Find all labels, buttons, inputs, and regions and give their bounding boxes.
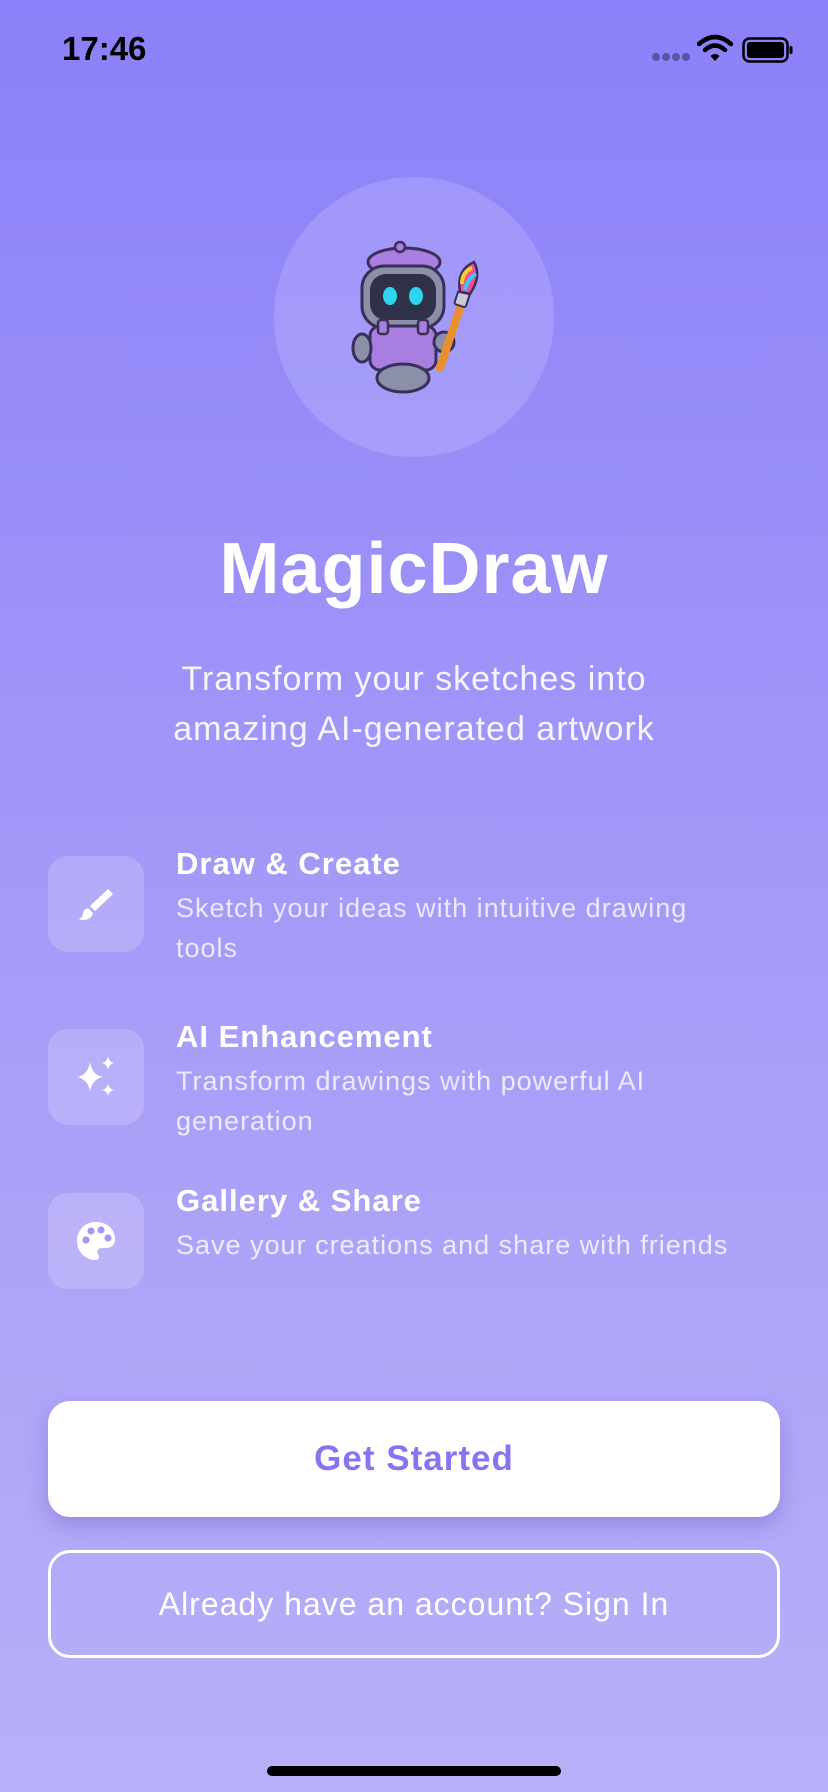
sparkles-icon (77, 1056, 114, 1096)
sign-in-button[interactable]: Already have an account? Sign In (48, 1550, 780, 1658)
feature-description: Sketch your ideas with intuitive drawing… (176, 888, 776, 968)
feature-description-line: Transform drawings with powerful AI (176, 1066, 646, 1096)
feature-description-line: Sketch your ideas with intuitive drawing (176, 893, 688, 923)
feature-title: AI Enhancement (176, 1019, 433, 1054)
get-started-button[interactable]: Get Started (48, 1401, 780, 1517)
battery-icon (742, 37, 793, 63)
feature-description: Transform drawings with powerful AI gene… (176, 1061, 776, 1141)
robot-painter-icon (351, 240, 479, 394)
feature-icon-box (48, 856, 144, 952)
palette-icon (77, 1222, 115, 1260)
app-subtitle: Transform your sketches into amazing AI-… (0, 654, 828, 754)
feature-icon-box (48, 1193, 144, 1289)
subtitle-line-2: amazing AI-generated artwork (173, 710, 655, 748)
feature-description-line: Save your creations and share with frien… (176, 1230, 729, 1260)
subtitle-line-1: Transform your sketches into (181, 660, 647, 698)
signal-dots-icon (652, 53, 692, 61)
feature-description-line: tools (176, 933, 239, 963)
status-bar: 17:46 (0, 0, 828, 100)
feature-description-line: generation (176, 1106, 314, 1136)
status-time: 17:46 (62, 30, 147, 67)
home-indicator[interactable] (267, 1766, 561, 1776)
app-title: MagicDraw (219, 529, 609, 609)
feature-description: Save your creations and share with frien… (176, 1225, 816, 1265)
feature-title: Draw & Create (176, 846, 401, 881)
paintbrush-icon (79, 889, 113, 920)
feature-icon-box (48, 1029, 144, 1125)
wifi-icon (697, 34, 733, 61)
feature-title: Gallery & Share (176, 1183, 422, 1218)
